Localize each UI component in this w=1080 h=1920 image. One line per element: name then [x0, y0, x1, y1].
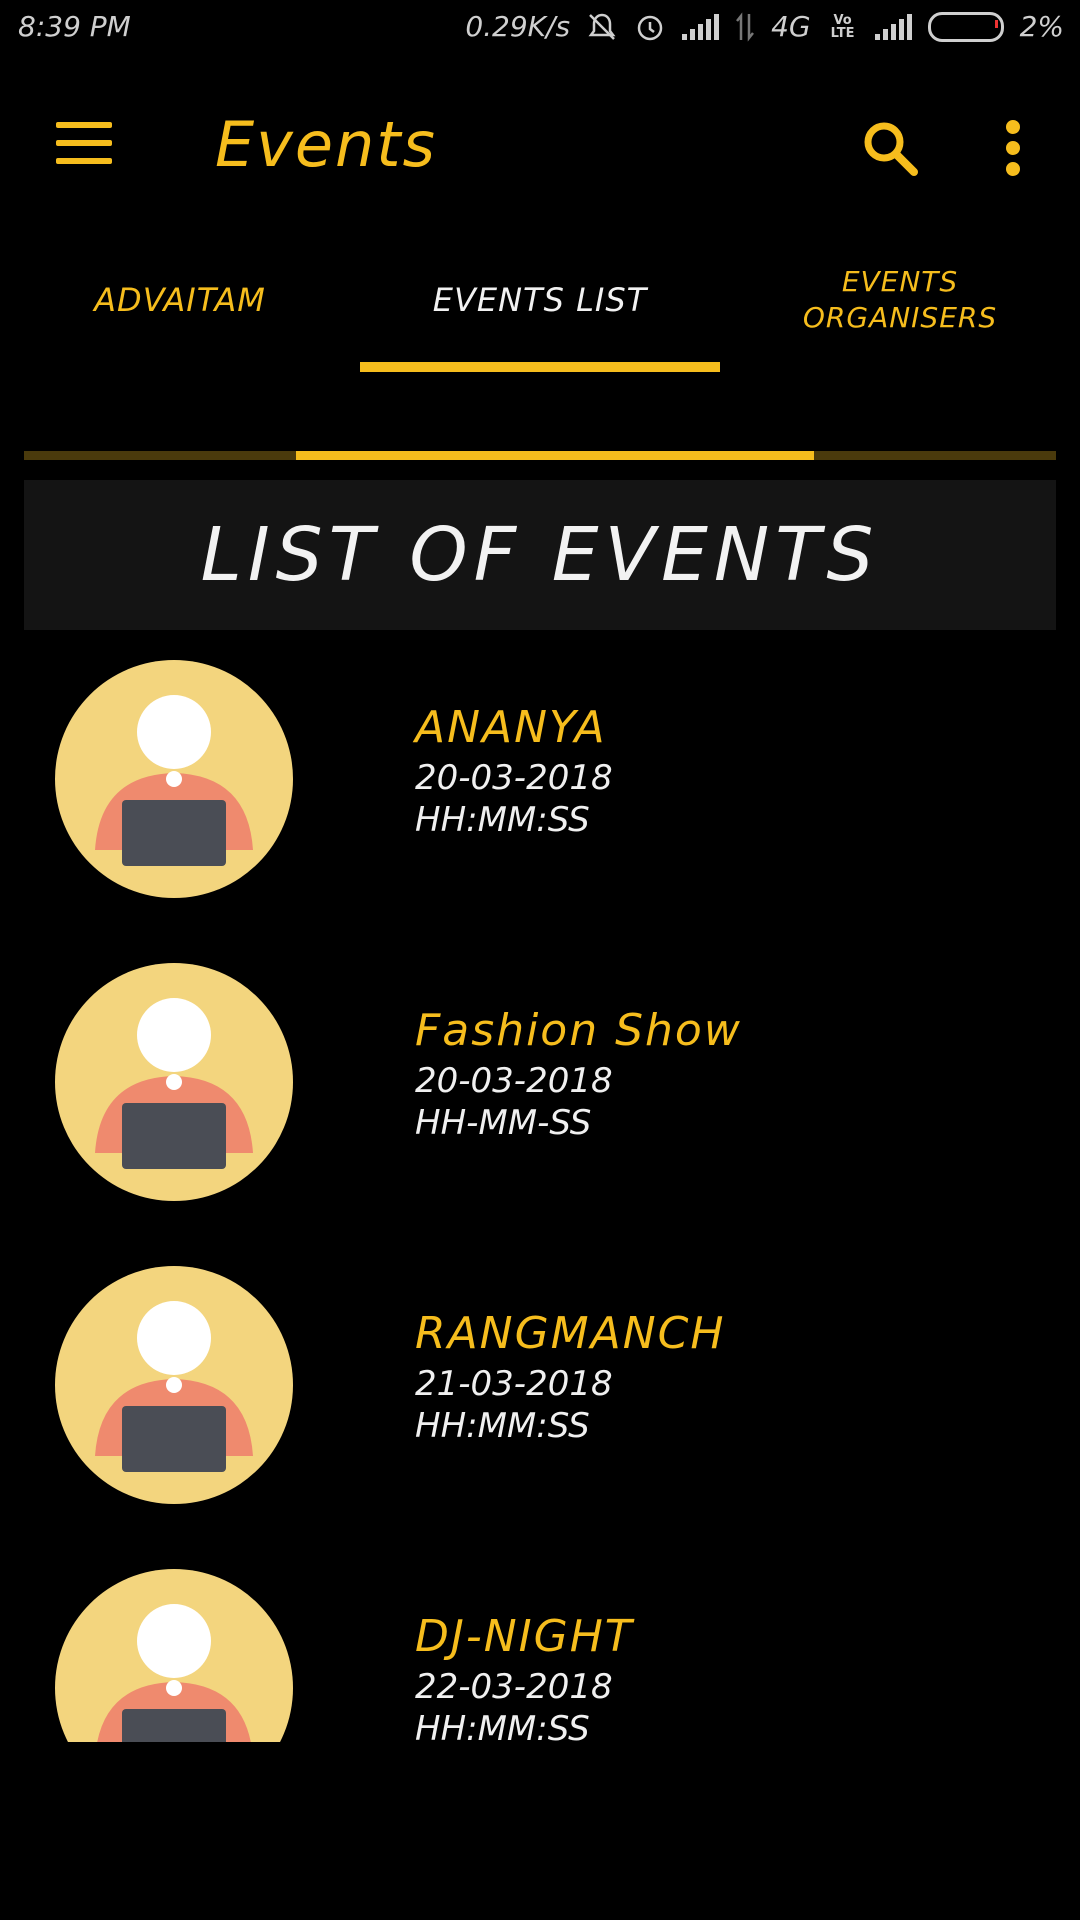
- alarm-icon: [637, 15, 663, 40]
- network-speed: 0.29K/s: [465, 10, 571, 43]
- event-date: 20-03-2018: [415, 1061, 613, 1101]
- event-date: 22-03-2018: [415, 1667, 613, 1707]
- event-name: Fashion Show: [415, 1005, 742, 1056]
- event-details: ANANYA 20-03-2018 HH:MM:SS: [415, 702, 613, 841]
- signal-icon-2: [874, 13, 912, 40]
- list-item[interactable]: RANGMANCH 21-03-2018 HH:MM:SS: [0, 1266, 1080, 1569]
- status-time: 8:39 PM: [18, 10, 131, 43]
- network-type: 4G: [771, 10, 811, 43]
- search-icon[interactable]: [860, 118, 920, 178]
- tab-events-organisers-label: EVENTS ORGANISERS: [802, 265, 998, 334]
- tab-events-list[interactable]: EVENTS LIST: [360, 230, 720, 370]
- event-date: 21-03-2018: [415, 1364, 613, 1404]
- person-laptop-avatar-icon: [55, 660, 293, 898]
- tab-indicator: [360, 362, 720, 372]
- status-icons: 0.29K/s 4G Vo LTE 2%: [465, 10, 1064, 43]
- event-details: Fashion Show 20-03-2018 HH-MM-SS: [415, 1005, 742, 1144]
- event-details: RANGMANCH 21-03-2018 HH:MM:SS: [415, 1308, 725, 1447]
- person-laptop-avatar-icon: [55, 963, 293, 1201]
- tab-bar: ADVAITAM EVENTS LIST EVENTS ORGANISERS: [0, 230, 1080, 370]
- battery-percent: 2%: [1019, 10, 1064, 43]
- list-item[interactable]: Fashion Show 20-03-2018 HH-MM-SS: [0, 963, 1080, 1266]
- event-time: HH:MM:SS: [415, 1406, 590, 1446]
- event-date: 20-03-2018: [415, 758, 613, 798]
- page-indicator-track: [24, 451, 1056, 460]
- tab-events-organisers[interactable]: EVENTS ORGANISERS: [720, 230, 1080, 370]
- list-item[interactable]: ANANYA 20-03-2018 HH:MM:SS: [0, 660, 1080, 963]
- tab-advaitam[interactable]: ADVAITAM: [0, 230, 360, 370]
- list-header-title: LIST OF EVENTS: [200, 512, 880, 598]
- event-time: HH-MM-SS: [415, 1103, 592, 1143]
- event-details: DJ-NIGHT 22-03-2018 HH:MM:SS: [415, 1611, 634, 1742]
- event-name: RANGMANCH: [415, 1308, 726, 1359]
- bell-off-icon: [588, 13, 616, 40]
- event-name: DJ-NIGHT: [415, 1611, 634, 1662]
- battery-icon: [927, 11, 1004, 42]
- event-time: HH:MM:SS: [415, 800, 590, 840]
- status-bar: 8:39 PM 0.29K/s 4G Vo LTE 2%: [0, 0, 1080, 60]
- event-time: HH:MM:SS: [415, 1709, 590, 1742]
- person-laptop-avatar-icon: [55, 1569, 293, 1742]
- data-arrows-icon: [736, 11, 755, 42]
- person-laptop-avatar-icon: [55, 1266, 293, 1504]
- menu-icon[interactable]: [56, 122, 112, 164]
- list-item[interactable]: DJ-NIGHT 22-03-2018 HH:MM:SS: [0, 1569, 1080, 1742]
- volte-label: Vo LTE: [830, 12, 855, 41]
- more-vert-icon[interactable]: [1000, 118, 1028, 178]
- signal-icon: [682, 13, 720, 40]
- page-indicator-fill: [296, 451, 814, 460]
- events-list[interactable]: ANANYA 20-03-2018 HH:MM:SS Fashion Show …: [0, 660, 1080, 1742]
- list-header-banner: LIST OF EVENTS: [24, 480, 1056, 630]
- app-bar: Events: [0, 60, 1080, 230]
- event-name: ANANYA: [415, 702, 607, 753]
- page-title: Events: [215, 108, 437, 181]
